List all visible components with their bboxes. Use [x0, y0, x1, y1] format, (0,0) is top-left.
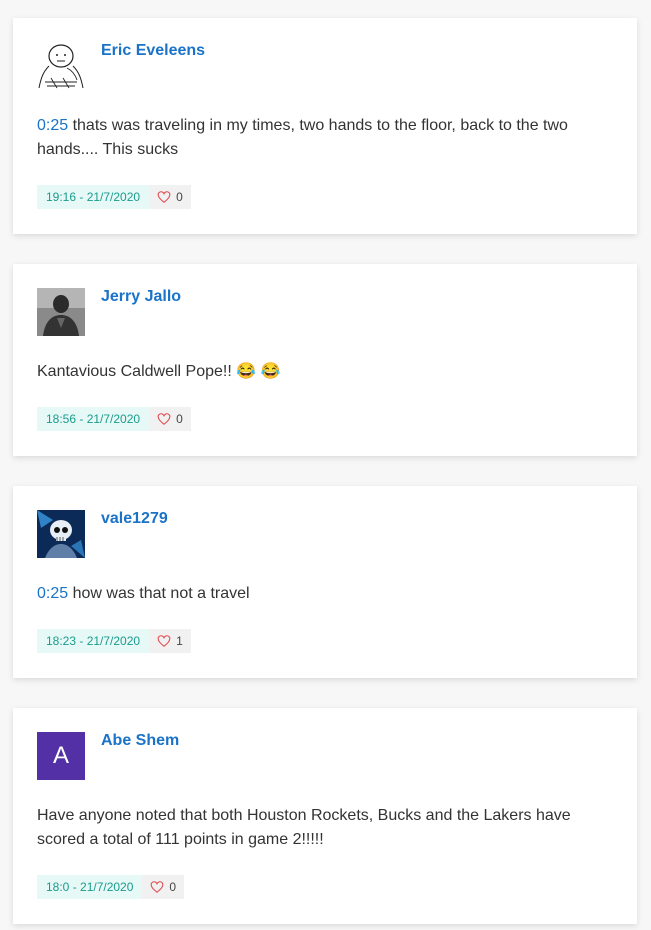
avatar[interactable]: A [37, 732, 85, 780]
comment-text: 0:25 how was that not a travel [37, 582, 597, 606]
heart-icon [157, 635, 171, 647]
username-link[interactable]: Jerry Jallo [101, 288, 181, 306]
comment-card: vale1279 0:25 how was that not a travel … [13, 486, 637, 678]
comment-meta: 18:56 - 21/7/2020 0 [37, 407, 191, 431]
avatar[interactable] [37, 42, 85, 90]
comment-text: Have anyone noted that both Houston Rock… [37, 804, 597, 852]
letter-avatar: A [37, 732, 85, 780]
comment-card: Eric Eveleens 0:25 thats was traveling i… [13, 18, 637, 234]
avatar[interactable] [37, 288, 85, 336]
comment-date: 18:23 - 21/7/2020 [37, 629, 150, 653]
comment-date: 19:16 - 21/7/2020 [37, 185, 150, 209]
comment-meta: 18:0 - 21/7/2020 0 [37, 875, 185, 899]
comment-meta: 18:23 - 21/7/2020 1 [37, 629, 191, 653]
like-button[interactable]: 0 [149, 407, 191, 431]
skull-art [37, 510, 85, 558]
comment-text: 0:25 thats was traveling in my times, tw… [37, 114, 597, 162]
sketch-face-icon [37, 42, 85, 90]
comment-date: 18:56 - 21/7/2020 [37, 407, 150, 431]
comment-text: Kantavious Caldwell Pope!! 😂 😂 [37, 360, 597, 384]
username-link[interactable]: Abe Shem [101, 732, 179, 750]
comment-body: thats was traveling in my times, two han… [37, 117, 568, 158]
like-count: 0 [169, 880, 177, 894]
like-count: 0 [176, 412, 183, 426]
like-button[interactable]: 0 [142, 875, 185, 899]
like-count: 0 [176, 190, 183, 204]
comment-body: Kantavious Caldwell Pope!! 😂 😂 [37, 363, 281, 380]
comment-card: A Abe Shem Have anyone noted that both H… [13, 708, 637, 924]
like-count: 1 [176, 634, 183, 648]
username-link[interactable]: Eric Eveleens [101, 42, 205, 60]
video-timestamp-link[interactable]: 0:25 [37, 585, 68, 602]
video-timestamp-link[interactable]: 0:25 [37, 117, 68, 134]
comment-date: 18:0 - 21/7/2020 [37, 875, 143, 899]
person-photo [37, 288, 85, 336]
username-link[interactable]: vale1279 [101, 510, 168, 528]
heart-icon [157, 413, 171, 425]
like-button[interactable]: 0 [149, 185, 191, 209]
comment-card: Jerry Jallo Kantavious Caldwell Pope!! 😂… [13, 264, 637, 456]
heart-icon [157, 191, 171, 203]
comment-meta: 19:16 - 21/7/2020 0 [37, 185, 191, 209]
heart-icon [151, 881, 164, 893]
avatar[interactable] [37, 510, 85, 558]
comment-body: how was that not a travel [68, 585, 250, 602]
comment-body: Have anyone noted that both Houston Rock… [37, 807, 571, 848]
like-button[interactable]: 1 [149, 629, 191, 653]
